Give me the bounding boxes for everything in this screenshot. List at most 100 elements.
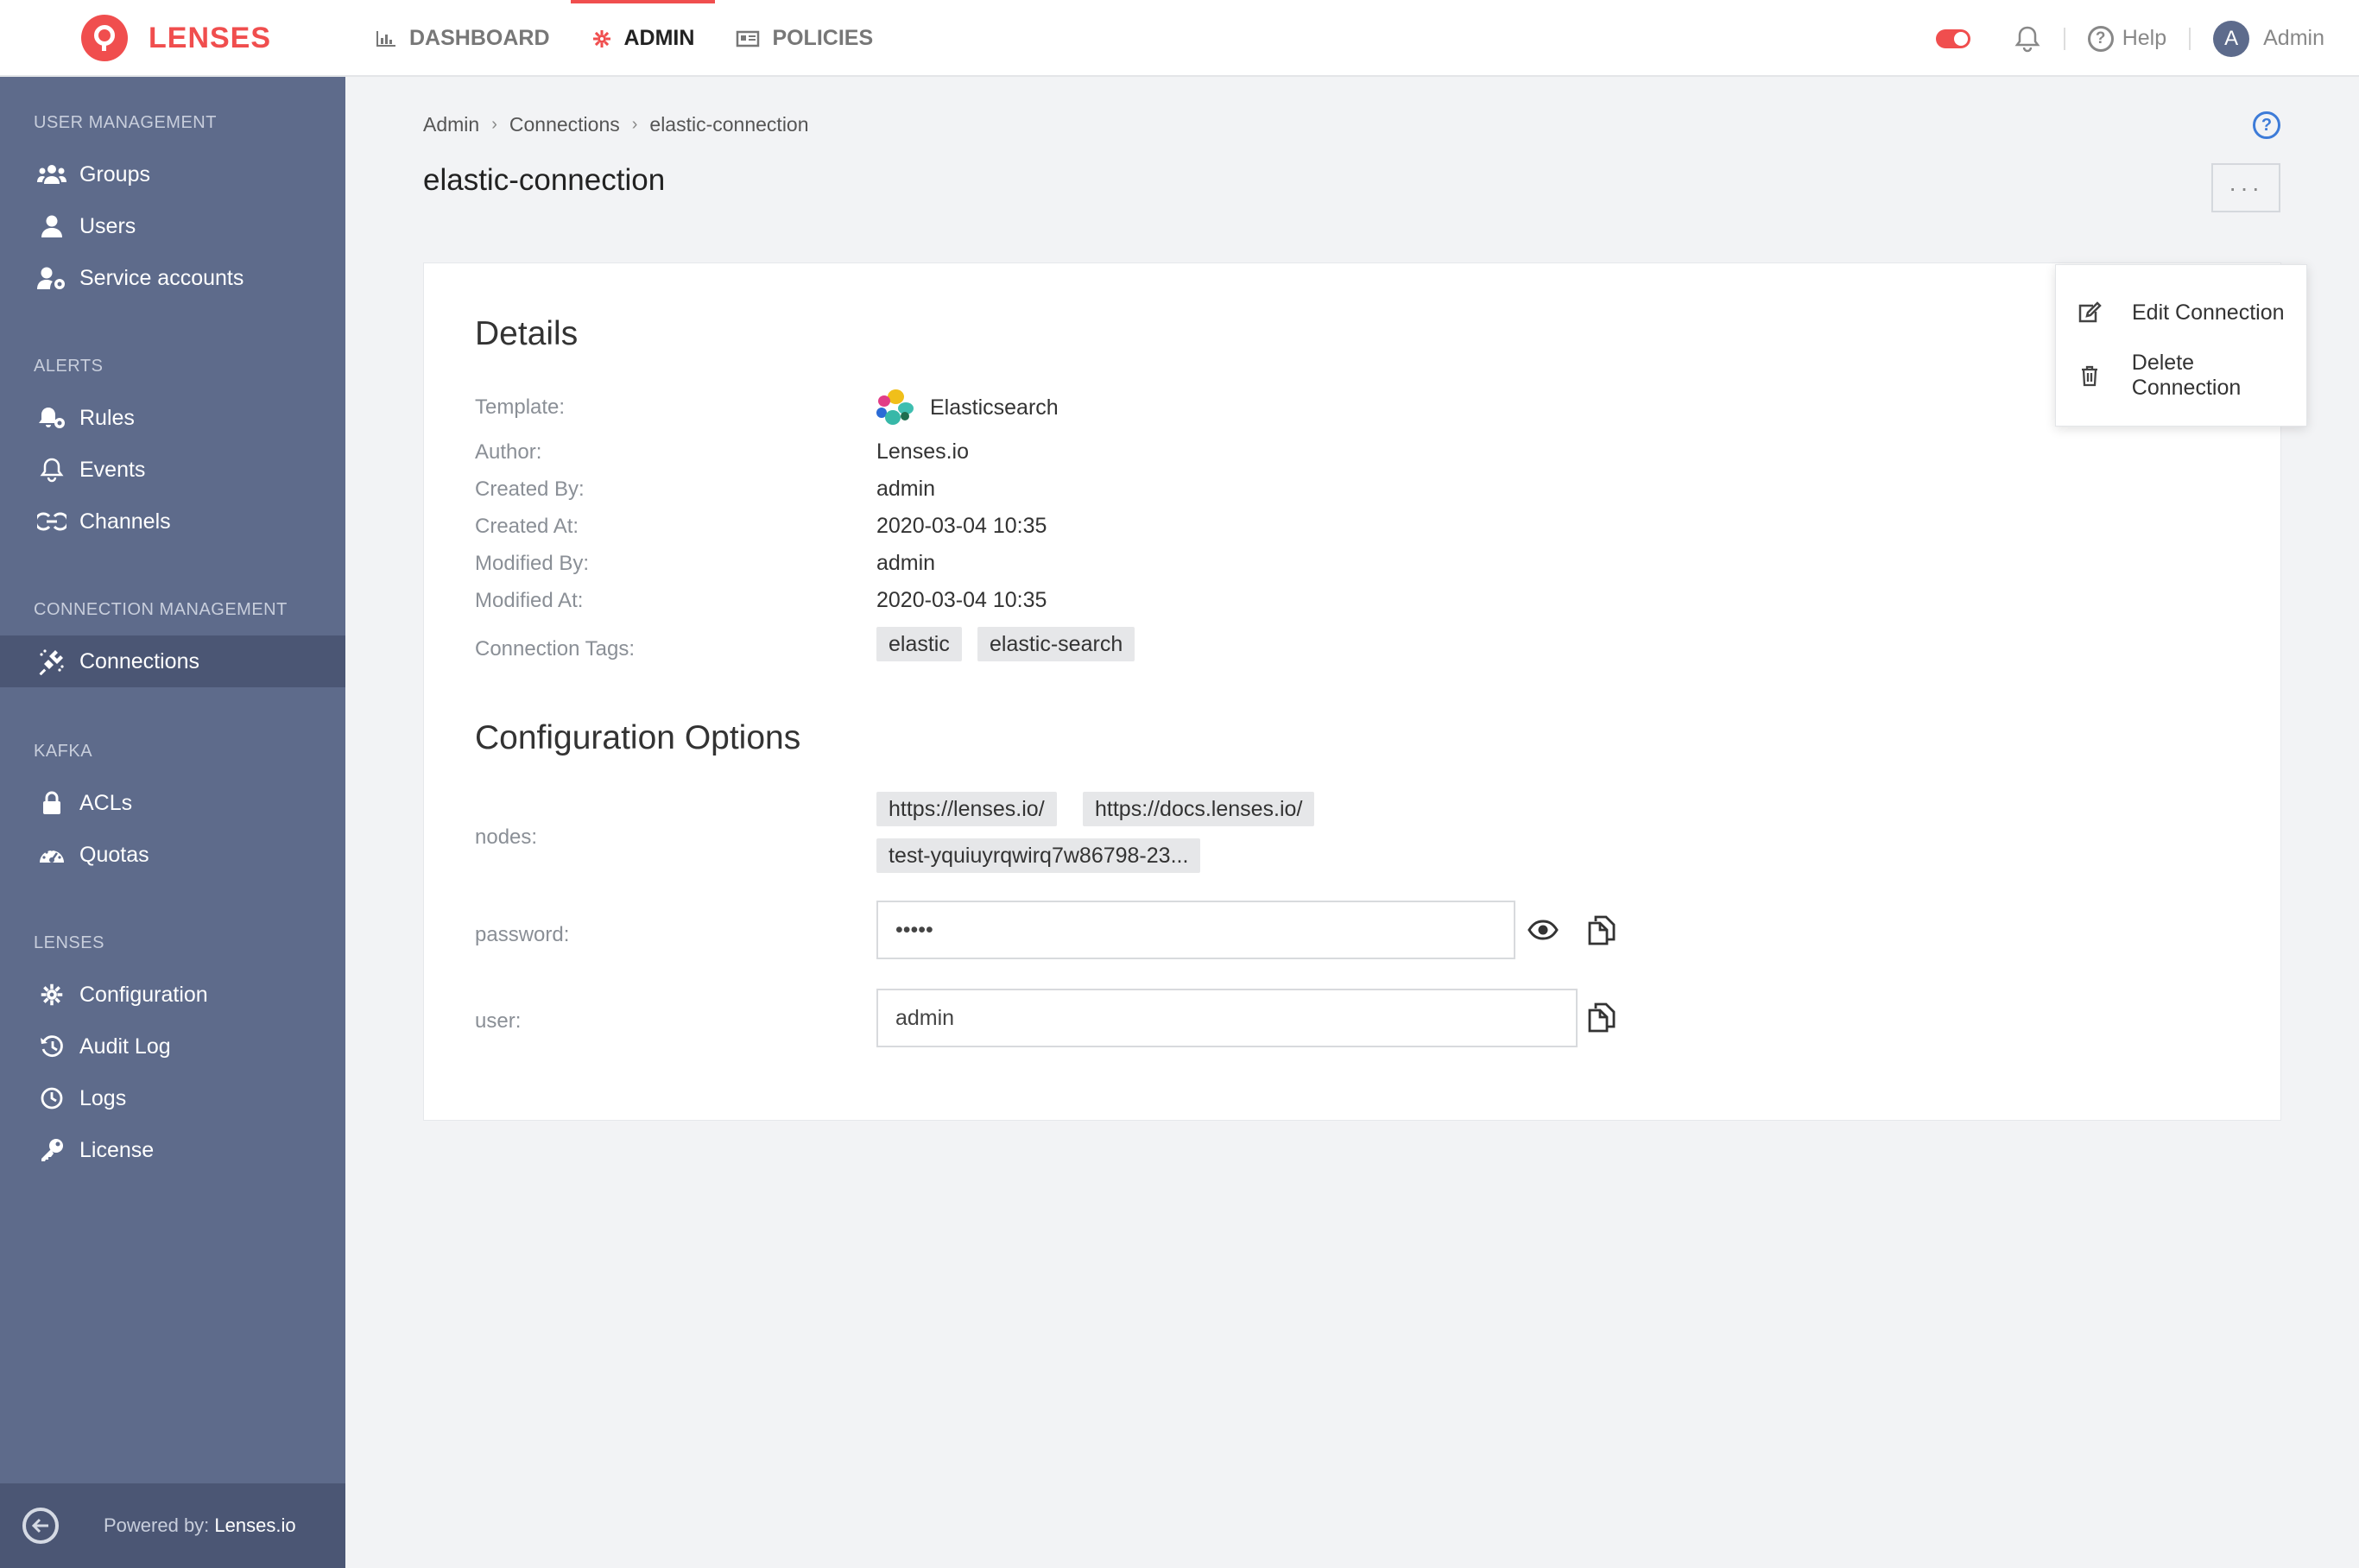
sidebar-item-label: Groups (79, 161, 150, 187)
delete-connection-item[interactable]: Delete Connection (2056, 350, 2308, 401)
question-circle-icon: ? (2087, 25, 2114, 52)
lock-icon (36, 787, 67, 819)
config-heading: Configuration Options (475, 719, 801, 756)
sidebar-item-label: Rules (79, 405, 135, 430)
sidebar-item-label: Quotas (79, 842, 149, 867)
divider (2189, 27, 2191, 50)
value-modified-by: admin (876, 551, 936, 575)
details-heading: Details (475, 315, 579, 352)
brand[interactable]: LENSES (81, 15, 271, 61)
bell-icon[interactable] (2014, 24, 2041, 54)
actions-dropdown: Edit Connection Delete Connection (2055, 264, 2307, 427)
node-tag: test-yquiuyrqwirq7w86798-23... (876, 838, 1201, 873)
breadcrumb: Admin › Connections › elastic-connection (423, 113, 809, 136)
gear-icon (36, 979, 67, 1010)
section-lenses: LENSES (34, 933, 104, 952)
section-kafka: KAFKA (34, 742, 93, 761)
sidebar-item-quotas[interactable]: Quotas (0, 829, 345, 881)
sidebar-item-users[interactable]: Users (0, 200, 345, 252)
page-help-icon[interactable]: ? (2253, 111, 2280, 139)
more-actions-button[interactable]: ··· (2211, 163, 2280, 212)
nav-dashboard[interactable]: DASHBOARD (354, 0, 571, 77)
user-field[interactable]: admin (876, 989, 1578, 1047)
elasticsearch-logo-icon (876, 389, 914, 427)
sidebar-item-service-accounts[interactable]: Service accounts (0, 252, 345, 304)
divider (2063, 27, 2065, 50)
sidebar-item-license[interactable]: License (0, 1124, 345, 1176)
sidebar: USER MANAGEMENT Groups Users Service acc… (0, 77, 345, 1568)
value-created-by: admin (876, 477, 936, 501)
sidebar-item-label: Channels (79, 509, 171, 534)
breadcrumb-connections[interactable]: Connections (509, 113, 620, 136)
bell-icon (36, 454, 67, 485)
gauge-icon (36, 839, 67, 870)
user-icon (36, 211, 67, 242)
sidebar-item-label: ACLs (79, 790, 133, 815)
top-bar: LENSES DASHBOARD ADMIN POLICIES ? Help A… (0, 0, 2359, 77)
sidebar-item-label: Audit Log (79, 1034, 171, 1059)
label-modified-at: Modified At: (475, 589, 584, 612)
value-created-at: 2020-03-04 10:35 (876, 514, 1047, 538)
label-modified-by: Modified By: (475, 552, 590, 575)
label-user: user: (475, 1009, 522, 1033)
sidebar-item-acls[interactable]: ACLs (0, 777, 345, 829)
label-template: Template: (475, 395, 566, 419)
section-alerts: ALERTS (34, 357, 104, 376)
copy-icon[interactable] (1584, 913, 1619, 947)
link-icon (36, 506, 67, 537)
sidebar-item-label: Logs (79, 1085, 127, 1110)
nav-policies-label: POLICIES (772, 26, 874, 50)
brand-name: LENSES (149, 21, 272, 54)
copy-icon[interactable] (1584, 1000, 1619, 1034)
sidebar-item-audit-log[interactable]: Audit Log (0, 1021, 345, 1072)
sidebar-item-label: Events (79, 457, 146, 482)
label-created-by: Created By: (475, 477, 585, 501)
sidebar-item-groups[interactable]: Groups (0, 149, 345, 200)
label-nodes: nodes: (475, 825, 538, 849)
sidebar-item-events[interactable]: Events (0, 444, 345, 496)
template-name: Elasticsearch (930, 395, 1059, 420)
powered-by: Powered by: Lenses.io (104, 1514, 296, 1537)
lenses-logo-icon (81, 15, 128, 61)
delete-connection-label: Delete Connection (2131, 351, 2242, 400)
password-field[interactable]: ••••• (876, 901, 1515, 959)
section-connection-management: CONNECTION MANAGEMENT (34, 600, 288, 619)
id-card-icon (736, 29, 760, 48)
nav-dashboard-label: DASHBOARD (409, 26, 550, 50)
sidebar-item-connections[interactable]: Connections (0, 635, 345, 687)
theme-toggle[interactable] (1935, 28, 1970, 48)
sidebar-footer: Powered by: Lenses.io (0, 1483, 345, 1568)
trash-icon (2077, 364, 2103, 387)
sidebar-item-configuration[interactable]: Configuration (0, 969, 345, 1021)
edit-connection-label: Edit Connection (2132, 300, 2285, 325)
breadcrumb-admin[interactable]: Admin (423, 113, 479, 136)
sidebar-item-label: License (79, 1137, 155, 1162)
arrow-left-circle-icon[interactable] (22, 1508, 59, 1544)
sidebar-item-label: Connections (79, 648, 199, 673)
edit-connection-item[interactable]: Edit Connection (2056, 287, 2308, 338)
sidebar-item-label: Configuration (79, 982, 208, 1007)
user-name: Admin (2263, 26, 2324, 50)
section-user-management: USER MANAGEMENT (34, 113, 217, 132)
user-menu[interactable]: A Admin (2213, 20, 2324, 57)
label-author: Author: (475, 440, 542, 464)
sidebar-item-logs[interactable]: Logs (0, 1072, 345, 1124)
nav-policies[interactable]: POLICIES (715, 0, 894, 77)
user-cog-icon (36, 262, 67, 294)
value-author: Lenses.io (876, 439, 970, 464)
main-nav: DASHBOARD ADMIN POLICIES (354, 0, 894, 77)
gear-icon (591, 28, 612, 49)
sidebar-item-rules[interactable]: Rules (0, 392, 345, 444)
sidebar-item-channels[interactable]: Channels (0, 496, 345, 547)
breadcrumb-current: elastic-connection (649, 113, 809, 136)
node-tag: https://docs.lenses.io/ (1083, 792, 1315, 826)
eye-icon[interactable] (1526, 913, 1560, 947)
help-link[interactable]: ? Help (2087, 25, 2166, 52)
powered-by-prefix: Powered by: (104, 1514, 210, 1536)
sidebar-item-label: Users (79, 213, 136, 238)
powered-by-name: Lenses.io (214, 1514, 296, 1536)
nav-admin[interactable]: ADMIN (570, 0, 716, 77)
tag-elastic: elastic (876, 627, 962, 661)
key-icon (36, 1135, 67, 1166)
avatar: A (2213, 20, 2250, 57)
